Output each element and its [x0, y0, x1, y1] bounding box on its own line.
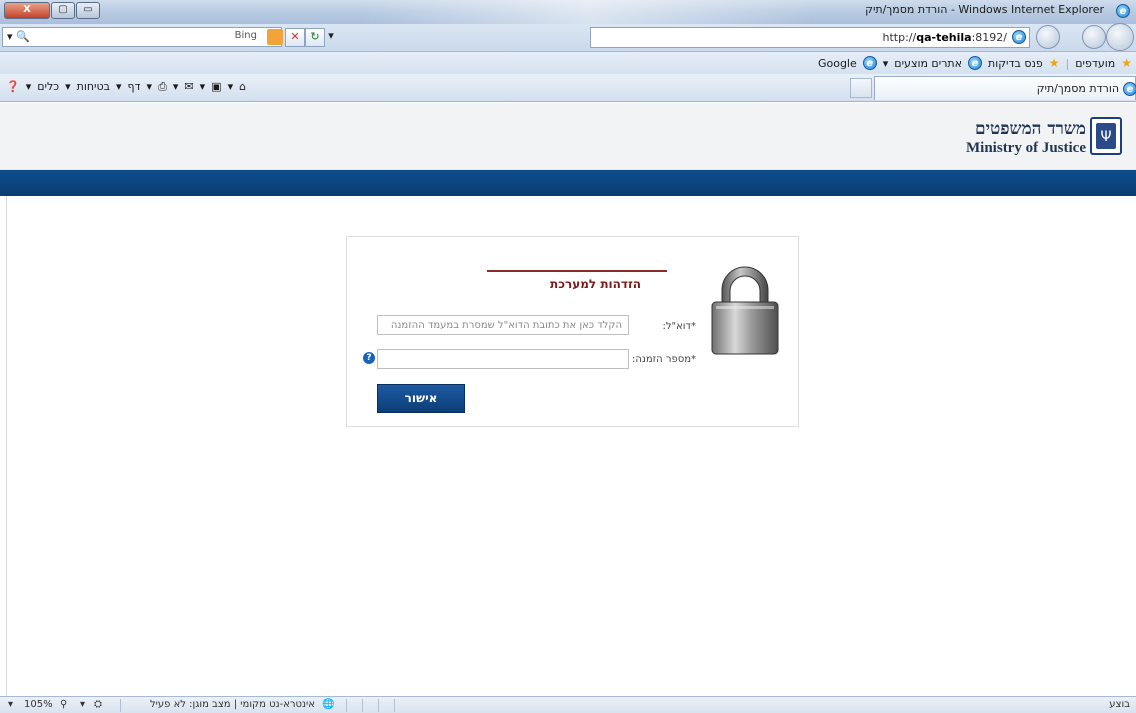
zoom-dropdown-icon[interactable]: ▾ — [8, 699, 13, 710]
submit-button[interactable]: אישור — [377, 384, 465, 413]
fav-item-1[interactable]: אתרים מוצעים — [894, 57, 962, 70]
chevron-down-icon[interactable]: ▾ — [116, 80, 122, 94]
stop-icon[interactable]: ✕ — [285, 28, 305, 47]
email-label: *דוא"ל: — [662, 321, 696, 332]
separator: | — [1065, 56, 1070, 70]
lock-icon — [711, 266, 779, 355]
window-controls: X ▢ ▭ — [4, 2, 100, 19]
separator — [394, 699, 395, 712]
chevron-down-icon[interactable]: ▾ — [228, 80, 234, 94]
minimize-window-button[interactable]: ▭ — [76, 2, 100, 19]
mail-icon[interactable]: ✉ — [184, 80, 193, 94]
title-underline — [487, 270, 667, 272]
titlebar-sheen — [360, 0, 820, 24]
refresh-icon[interactable]: ↻ — [305, 28, 325, 47]
search-engine-label: Bing — [234, 30, 257, 41]
login-panel: הזדהות למערכת *דוא"ל: *מספר הזמנה: ? איש… — [346, 236, 799, 427]
order-number-field[interactable] — [377, 349, 629, 369]
command-items: ⌂ ▾ ▣ ▾ ✉ ▾ ⎙ ▾ דף ▾ בטיחות ▾ כלים ▾ ❓ — [6, 80, 246, 94]
email-field[interactable] — [377, 315, 629, 335]
fav-item-0[interactable]: פנס בדיקות — [988, 57, 1043, 70]
fav-item-2[interactable]: Google — [818, 57, 857, 70]
popup-icon[interactable]: ⛭ — [94, 699, 102, 710]
menu-tools[interactable]: כלים — [37, 80, 59, 94]
ministry-title-he: משרד המשפטים — [974, 119, 1086, 139]
separator — [378, 699, 379, 712]
address-toolbar: ▾ 🔍 Bing ✕ ↻ ▾ http://qa-tehila:8192/ e — [0, 23, 1136, 52]
window-title: הורדת מסמך/תיק - Windows Internet Explor… — [865, 3, 1104, 16]
home-icon[interactable]: ⌂ — [239, 80, 246, 94]
favorites-star-icon[interactable]: ★ — [1121, 56, 1132, 70]
help-icon[interactable]: ❓ — [6, 80, 20, 94]
login-title: הזדהות למערכת — [550, 277, 641, 291]
menu-page[interactable]: דף — [128, 80, 141, 94]
favorites-bar: ★ מועדפים | ★ פנס בדיקות e אתרים מוצעים … — [0, 52, 1136, 74]
chevron-down-icon[interactable]: ▾ — [65, 80, 71, 94]
menu-safety[interactable]: בטיחות — [77, 80, 110, 94]
chevron-down-icon[interactable]: ▾ — [200, 80, 206, 94]
tab-icon: e — [1123, 82, 1136, 96]
address-bar[interactable]: http://qa-tehila:8192/ e — [590, 27, 1030, 48]
search-icon[interactable]: ▾ 🔍 — [7, 30, 30, 43]
back-icon[interactable] — [1106, 23, 1134, 51]
separator — [346, 699, 347, 712]
menorah-icon: Ψ — [1096, 123, 1116, 149]
page-icon: e — [967, 56, 982, 70]
new-tab-button[interactable] — [850, 78, 872, 98]
forward-icon[interactable] — [1082, 25, 1106, 49]
window-titlebar: X ▢ ▭ הורדת מסמך/תיק - Windows Internet … — [0, 0, 1136, 24]
dropdown-icon[interactable] — [1036, 25, 1060, 49]
chevron-down-icon[interactable]: ▾ — [80, 699, 85, 710]
search-input[interactable]: ▾ 🔍 Bing — [2, 27, 283, 47]
globe-icon: 🌐 — [322, 699, 335, 710]
ie-logo-icon: e — [1116, 4, 1130, 18]
browser-tab[interactable]: e הורדת מסמך/תיק — [874, 76, 1136, 100]
zoom-level[interactable]: 105% — [24, 699, 53, 710]
header-bar — [0, 170, 1136, 196]
state-emblem-icon: Ψ — [1090, 117, 1122, 155]
feeds-icon[interactable]: ▣ — [211, 80, 221, 94]
command-bar: e הורדת מסמך/תיק ⌂ ▾ ▣ ▾ ✉ ▾ ⎙ ▾ דף ▾ בט… — [0, 74, 1136, 102]
chevron-down-icon[interactable]: ▾ — [173, 80, 179, 94]
favorites-list: ★ מועדפים | ★ פנס בדיקות e אתרים מוצעים … — [818, 56, 1132, 70]
divider — [6, 196, 7, 696]
chevron-down-icon[interactable]: ▾ — [147, 80, 153, 94]
status-done: בוצע — [1109, 699, 1130, 710]
help-icon[interactable]: ? — [363, 352, 375, 364]
status-bar: ▾ 105% ⚲ ▾ ⛭ אינטרא-נט מקומי | מצב מוגן:… — [0, 696, 1136, 713]
bing-icon[interactable] — [267, 29, 283, 45]
print-icon[interactable]: ⎙ — [158, 80, 167, 94]
site-header: Ψ משרד המשפטים Ministry of Justice — [0, 103, 1136, 170]
close-window-button[interactable]: X — [4, 2, 50, 19]
security-zone[interactable]: אינטרא-נט מקומי | מצב מוגן: לא פעיל — [150, 699, 315, 710]
zoom-icon[interactable]: ⚲ — [60, 699, 67, 710]
favorites-label[interactable]: מועדפים — [1075, 57, 1115, 70]
page-icon: e — [1012, 30, 1026, 44]
url-text[interactable]: http://qa-tehila:8192/ — [883, 31, 1008, 44]
ministry-title-en: Ministry of Justice — [966, 140, 1086, 156]
restore-window-button[interactable]: ▢ — [51, 2, 75, 19]
separator — [362, 699, 363, 712]
chevron-down-icon[interactable]: ▾ — [883, 57, 889, 70]
add-favorite-icon[interactable]: ★ — [1049, 56, 1060, 70]
chevron-down-icon[interactable]: ▾ — [26, 80, 32, 94]
tab-label[interactable]: הורדת מסמך/תיק — [1037, 82, 1119, 95]
order-number-label: *מספר הזמנה: — [631, 354, 696, 365]
separator — [120, 699, 121, 712]
page-icon: e — [862, 56, 877, 70]
chevron-down-icon[interactable]: ▾ — [325, 28, 337, 45]
